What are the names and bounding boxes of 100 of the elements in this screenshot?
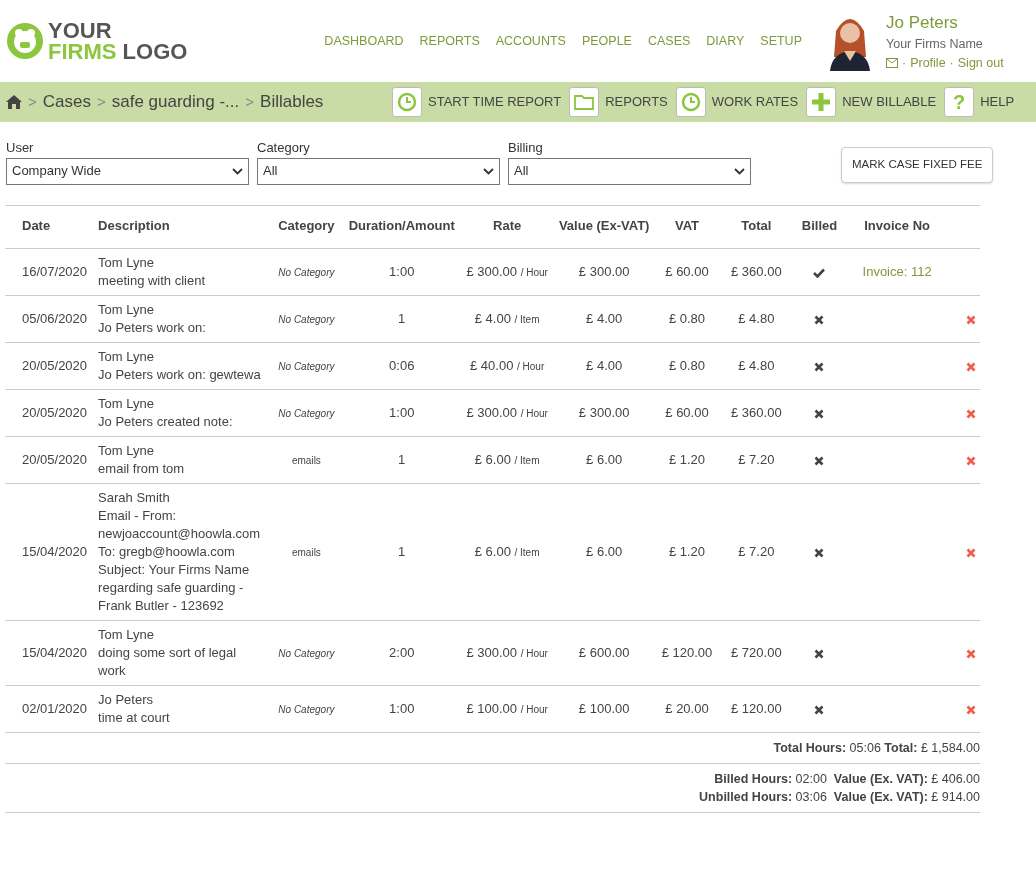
user-link[interactable]: Sign out [957, 53, 1004, 73]
date-text: 20/05/2020 [22, 452, 88, 467]
value-text: £ 300.00 [578, 264, 630, 279]
rate-text: £ 300.00 [466, 404, 517, 420]
column-header: Description [98, 217, 170, 233]
summary-text: Unbilled Hours: 03:06 Value (Ex. VAT): £ 914.00 [698, 789, 980, 806]
separator-dot: · [902, 54, 907, 72]
delete-icon[interactable] [966, 547, 976, 558]
author-name: Sarah Smith [98, 489, 171, 507]
logo-text: YOUR [48, 20, 113, 41]
vat-text: £ 20.00 [665, 701, 709, 716]
total-text: £ 720.00 [731, 645, 782, 660]
column-header: Invoice No [864, 217, 930, 233]
rate-text: £ 6.00 [474, 543, 511, 559]
column-header: Value (Ex-VAT) [558, 217, 650, 233]
rate-text: £ 4.00 [474, 310, 511, 326]
description-text: To: gregb@hoowla.com [98, 543, 236, 561]
total-text: £ 4.80 [738, 311, 775, 326]
toolbar-button[interactable]: ? HELP [944, 87, 1015, 117]
value-text: £ 6.00 [586, 452, 623, 467]
rate-text: £ 300.00 [466, 263, 517, 279]
vat-text: £ 1.20 [668, 452, 706, 467]
toolbar-button[interactable]: WORK RATES [675, 87, 799, 117]
delete-icon[interactable] [966, 704, 976, 715]
duration-text: 1:00 [389, 701, 415, 716]
column-header: Category [278, 217, 335, 233]
rate-unit: / Hour [520, 647, 548, 659]
duration-text: 1:00 [389, 264, 415, 279]
clock-icon [397, 92, 417, 112]
filter-label: Billing [508, 139, 544, 157]
value-text: £ 300.00 [578, 405, 630, 420]
column-header: Duration/Amount [348, 217, 455, 233]
separator-dot: · [949, 54, 954, 72]
rate-text: £ 300.00 [466, 644, 517, 660]
toolbar-button[interactable]: START TIME REPORT [392, 87, 562, 117]
vat-text: £ 60.00 [665, 405, 709, 420]
vat-text: £ 0.80 [668, 311, 706, 326]
rate-unit: / Hour [520, 703, 548, 715]
author-name: Tom Lyne [98, 395, 155, 413]
delete-icon[interactable] [966, 648, 976, 659]
user-name: Jo Peters [886, 11, 959, 34]
column-header: Billed [801, 217, 838, 233]
duration-text: 1 [398, 452, 406, 467]
vat-text: £ 0.80 [668, 358, 706, 373]
user-link[interactable]: Profile [910, 53, 946, 73]
date-text: 15/04/2020 [22, 645, 88, 660]
description-text: Jo Peters work on: gewtewa [98, 366, 262, 384]
author-name: Tom Lyne [98, 442, 155, 460]
breadcrumb-separator: > [28, 91, 37, 112]
description-text: meeting with client [98, 272, 207, 290]
logo-text: FIRMS [48, 39, 117, 64]
envelope-icon[interactable] [886, 58, 898, 69]
caret-icon [734, 167, 745, 175]
duration-text: 1:00 [389, 405, 415, 420]
total-text: £ 360.00 [731, 405, 782, 420]
description-text: time at court [98, 709, 171, 727]
description-text: doing some sort of legal work [98, 644, 238, 680]
logo-text: LOGO [122, 39, 188, 64]
delete-icon[interactable] [966, 361, 976, 372]
date-text: 02/01/2020 [22, 701, 88, 716]
logo-icon [6, 22, 44, 60]
category-text: emails [291, 454, 321, 466]
total-text: £ 120.00 [731, 701, 782, 716]
total-text: £ 360.00 [731, 264, 782, 279]
select-field[interactable]: All [257, 157, 500, 185]
home-icon[interactable] [6, 95, 22, 109]
author-name: Tom Lyne [98, 254, 155, 272]
value-text: £ 4.00 [586, 311, 623, 326]
mark-fixed-fee-button[interactable]: MARK CASE FIXED FEE [841, 147, 994, 183]
delete-icon[interactable] [966, 455, 976, 466]
date-text: 16/07/2020 [22, 264, 88, 279]
rate-text: £ 6.00 [474, 451, 511, 467]
author-name: Tom Lyne [98, 348, 155, 366]
folder-icon [574, 92, 595, 112]
duration-text: 1 [398, 544, 406, 559]
category-text: No Category [278, 360, 335, 372]
total-text: £ 7.20 [738, 452, 775, 467]
filter-label: User [6, 139, 35, 157]
firm-name: Your Firms Name [886, 36, 984, 53]
category-text: No Category [278, 647, 335, 659]
toolbar-button[interactable]: REPORTS [569, 87, 668, 117]
rate-text: £ 40.00 [470, 357, 514, 373]
rate-unit: / Item [514, 546, 540, 558]
date-text: 20/05/2020 [22, 358, 88, 373]
duration-text: 0:06 [389, 358, 415, 373]
delete-icon[interactable] [966, 314, 976, 325]
column-header: Total [741, 217, 772, 233]
rate-unit: / Hour [520, 266, 548, 278]
category-text: No Category [278, 703, 335, 715]
vat-text: £ 1.20 [668, 544, 706, 559]
invoice-link[interactable]: Invoice: 112 [862, 264, 932, 279]
summary-text: Billed Hours: 02:00 Value (Ex. VAT): £ 406.00 [713, 771, 980, 788]
toolbar-button[interactable]: NEW BILLABLE [806, 87, 937, 117]
breadcrumb-link[interactable]: safe guarding -... [111, 89, 240, 115]
breadcrumb-link[interactable]: Cases [42, 89, 91, 115]
filter-label: Category [257, 139, 311, 157]
plus-icon [811, 92, 832, 112]
delete-icon[interactable] [966, 408, 976, 419]
select-field[interactable]: Company Wide [6, 157, 249, 185]
select-field[interactable]: All [508, 157, 751, 185]
